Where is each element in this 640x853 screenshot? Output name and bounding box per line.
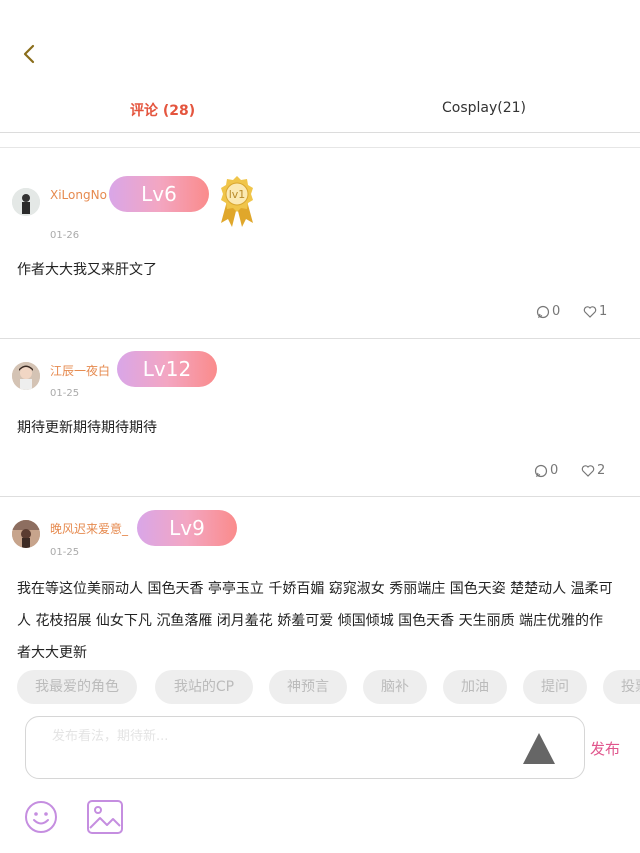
comment-text: 作者大大我又来肝文了 <box>17 262 157 278</box>
comment-item: 晚风迟来爱意_ Lv9 01-25 我在等这位美丽动人 国色天香 亭亭玉立 千娇… <box>0 497 640 672</box>
divider <box>0 133 640 148</box>
comment-input-placeholder: 发布看法，期待新... <box>52 729 169 744</box>
level-badge: Lv6 <box>109 176 209 212</box>
quick-tag[interactable]: 我站的CP <box>155 670 253 704</box>
heart-icon <box>583 305 597 318</box>
comment-date: 01-25 <box>50 547 80 558</box>
medal-badge-icon: lv1 <box>217 175 257 229</box>
comment-text-line: 人 花枝招展 仙女下凡 沉鱼落雁 闭月羞花 娇羞可爱 倾国倾城 国色天香 天生丽… <box>17 613 604 629</box>
tab-bar: 评论 (28) Cosplay(21) <box>0 90 640 133</box>
avatar[interactable] <box>12 520 40 548</box>
back-button[interactable] <box>16 40 44 68</box>
level-badge: Lv12 <box>117 351 217 387</box>
comment-input[interactable]: 发布看法，期待新... <box>25 716 585 779</box>
username[interactable]: 晚风迟来爱意_ <box>50 520 128 537</box>
quick-tag[interactable]: 投票 <box>603 670 640 704</box>
comment-text-line: 者大大更新 <box>17 645 87 661</box>
comment-date: 01-25 <box>50 388 80 399</box>
like-count: 2 <box>597 463 606 478</box>
heart-icon <box>581 464 595 477</box>
reply-count: 0 <box>552 304 561 319</box>
avatar[interactable] <box>12 362 40 390</box>
quick-tag-bar: 我最爱的角色 我站的CP 神预言 脑补 加油 提问 投票 <box>0 670 640 706</box>
image-icon[interactable] <box>86 798 124 836</box>
reply-button[interactable]: 0 <box>536 304 560 319</box>
quick-tag[interactable]: 脑补 <box>363 670 427 704</box>
publish-button[interactable]: 发布 <box>590 738 620 759</box>
level-badge: Lv9 <box>137 510 237 546</box>
comment-bubble-icon <box>534 464 548 477</box>
username[interactable]: XiLongNo <box>50 188 107 202</box>
like-button[interactable]: 2 <box>581 463 605 478</box>
medal-label: lv1 <box>229 188 246 201</box>
comment-bubble-icon <box>536 305 550 318</box>
chevron-left-icon <box>23 44 35 64</box>
like-count: 1 <box>599 304 608 319</box>
quick-tag[interactable]: 神预言 <box>269 670 347 704</box>
reply-button[interactable]: 0 <box>534 463 558 478</box>
tab-cosplay[interactable]: Cosplay(21) <box>442 100 526 116</box>
tab-comments[interactable]: 评论 (28) <box>130 100 195 120</box>
comment-item: 江辰一夜白 Lv12 01-25 期待更新期待期待期待 0 2 <box>0 339 640 497</box>
comment-item: XiLongNo Lv6 01-26 作者大大我又来肝文了 0 1 <box>0 148 640 339</box>
quick-tag[interactable]: 我最爱的角色 <box>17 670 137 704</box>
quick-tag[interactable]: 提问 <box>523 670 587 704</box>
comment-date: 01-26 <box>50 230 80 241</box>
emoji-icon[interactable] <box>24 800 58 834</box>
quick-tag[interactable]: 加油 <box>443 670 507 704</box>
reply-count: 0 <box>550 463 559 478</box>
send-arrow-icon[interactable] <box>522 731 556 765</box>
avatar[interactable] <box>12 188 40 216</box>
username[interactable]: 江辰一夜白 <box>50 362 110 379</box>
comment-text: 期待更新期待期待期待 <box>17 420 157 436</box>
like-button[interactable]: 1 <box>583 304 607 319</box>
comment-text-line: 我在等这位美丽动人 国色天香 亭亭玉立 千娇百媚 窈窕淑女 秀丽端庄 国色天姿 … <box>17 581 613 597</box>
comment-text: 我在等这位美丽动人 国色天香 亭亭玉立 千娇百媚 窈窕淑女 秀丽端庄 国色天姿 … <box>17 573 637 669</box>
